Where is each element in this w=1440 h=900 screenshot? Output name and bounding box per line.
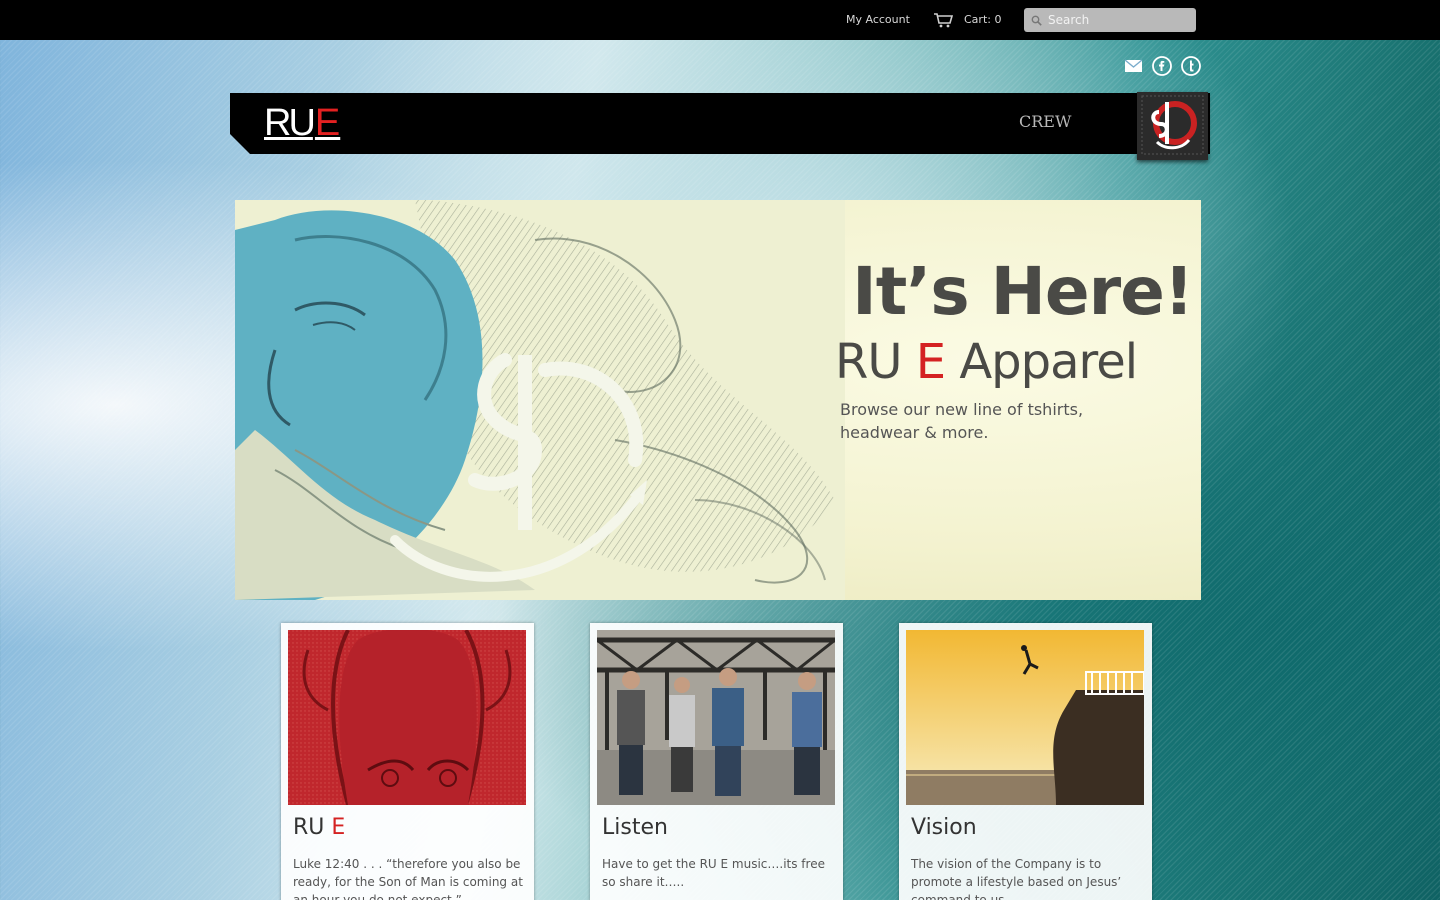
logo-e: E bbox=[314, 102, 341, 144]
card-listen-image bbox=[597, 630, 835, 805]
card-listen-text: Have to get the RU E music….its free so … bbox=[602, 857, 825, 889]
card-vision[interactable]: Vision The vision of the Company is to p… bbox=[899, 623, 1152, 900]
hero-subtitle-ru: RU bbox=[835, 334, 902, 390]
anchor-emblem-icon bbox=[1137, 92, 1208, 160]
hero-banner[interactable]: It’s Here! RU E Apparel Browse our new l… bbox=[235, 200, 1201, 600]
card-rue-text: Luke 12:40 . . . “therefore you also be … bbox=[293, 857, 523, 900]
cart-link[interactable]: Cart: 0 bbox=[964, 13, 1001, 26]
my-account-link[interactable]: My Account bbox=[846, 13, 910, 26]
card-listen[interactable]: Listen Have to get the RU E music….its f… bbox=[590, 623, 843, 900]
card-rue[interactable]: RU E Luke 12:40 . . . “therefore you als… bbox=[281, 623, 534, 900]
top-bar: My Account Cart: 0 bbox=[0, 0, 1440, 40]
card-listen-title: Listen bbox=[602, 815, 668, 840]
search-input[interactable] bbox=[1048, 11, 1188, 29]
card-rue-title-e: E bbox=[331, 815, 346, 840]
poseidon-illustration bbox=[235, 200, 845, 600]
hero-subtitle-rest: Apparel bbox=[959, 334, 1138, 390]
hero-subtitle-e: E bbox=[915, 334, 946, 390]
card-rue-title: RU E bbox=[293, 815, 345, 840]
cart-icon[interactable] bbox=[933, 12, 955, 28]
nav-crew-link[interactable]: CREW bbox=[1019, 112, 1071, 131]
card-vision-title: Vision bbox=[911, 815, 977, 840]
card-rue-image bbox=[288, 630, 526, 805]
card-rue-title-ru: RU bbox=[293, 815, 325, 840]
card-vision-image bbox=[906, 630, 1144, 805]
mail-icon[interactable] bbox=[1123, 55, 1145, 77]
twitter-icon[interactable] bbox=[1180, 55, 1202, 77]
card-vision-text: The vision of the Company is to promote … bbox=[911, 857, 1122, 900]
site-logo[interactable]: RUE bbox=[264, 103, 340, 143]
brand-badge-icon[interactable] bbox=[1137, 92, 1208, 160]
search-box[interactable] bbox=[1024, 8, 1196, 32]
hero-title: It’s Here! bbox=[852, 253, 1194, 330]
facebook-icon[interactable] bbox=[1151, 55, 1173, 77]
hero-description: Browse our new line of tshirts, headwear… bbox=[840, 400, 1084, 442]
hero-subtitle: RU E Apparel bbox=[835, 332, 1195, 392]
search-icon bbox=[1031, 15, 1042, 26]
logo-ru: RU bbox=[264, 102, 316, 144]
